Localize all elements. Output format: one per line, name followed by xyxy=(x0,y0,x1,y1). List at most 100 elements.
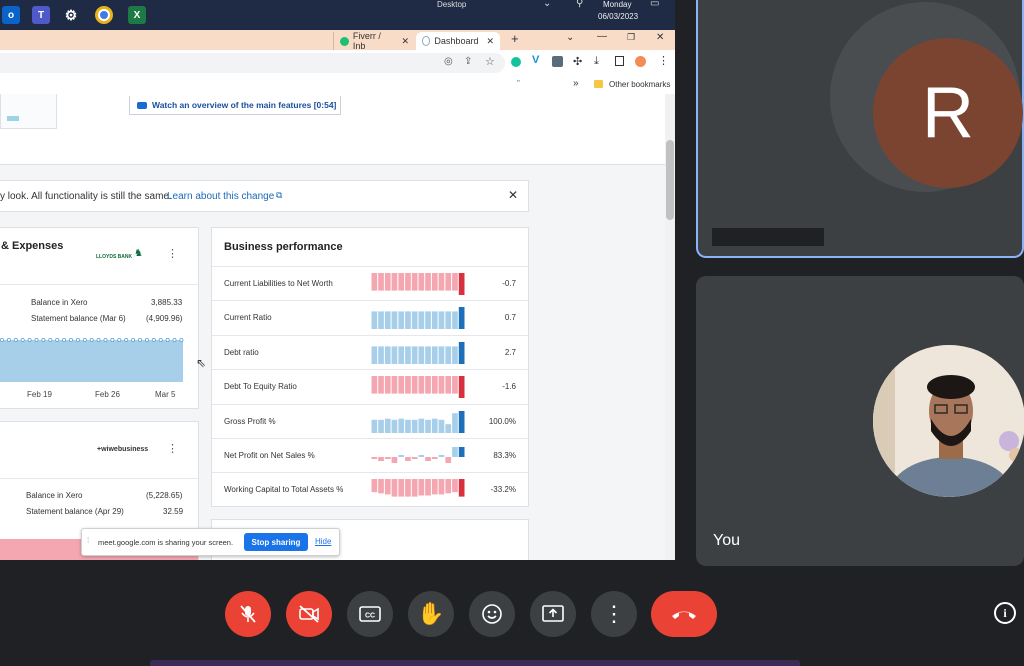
hide-link[interactable]: Hide xyxy=(315,537,331,546)
tab-dashboard[interactable]: Dashboard ✕ xyxy=(416,32,500,50)
tab-search-chevron-icon[interactable]: ⌄ xyxy=(566,32,574,43)
taskbar-day: Monday xyxy=(603,0,632,9)
other-bookmarks-link[interactable]: Other bookmarks xyxy=(609,80,670,89)
more-options-button[interactable]: ⋮ xyxy=(591,591,637,637)
minimize-icon[interactable]: — xyxy=(597,31,607,42)
teams-icon[interactable]: T xyxy=(32,6,50,24)
performance-row[interactable]: Debt ratio 2.7 xyxy=(212,334,528,370)
vimeo-extension-icon[interactable]: V xyxy=(532,54,539,66)
sparkline-bar xyxy=(438,455,445,457)
share-icon[interactable]: ⇪ xyxy=(464,56,472,67)
profile-avatar[interactable] xyxy=(635,56,646,67)
chart-point xyxy=(48,338,53,343)
axis-date: Mar 5 xyxy=(155,390,176,399)
side-panel-icon[interactable] xyxy=(615,56,624,66)
url-input[interactable] xyxy=(0,53,505,73)
sparkline-bar xyxy=(431,457,438,459)
network-icon[interactable]: ⚲ xyxy=(576,0,583,9)
learn-change-link[interactable]: Learn about this change xyxy=(167,191,274,202)
camera-off-button[interactable] xyxy=(286,591,332,637)
chrome-icon[interactable] xyxy=(95,6,113,24)
performance-sparkline xyxy=(371,410,465,433)
sparkline-bar xyxy=(458,410,465,433)
performance-row[interactable]: Current Liabilities to Net Worth -0.7 xyxy=(212,266,528,301)
sparkline-bar xyxy=(425,419,431,433)
info-icon: i xyxy=(1003,605,1007,620)
card-menu-icon[interactable]: ⋮ xyxy=(167,442,178,455)
excel-icon[interactable]: X xyxy=(128,6,146,24)
performance-row[interactable]: Gross Profit % 100.0% xyxy=(212,403,528,439)
taskbar-desktop-label[interactable]: Desktop xyxy=(437,0,466,9)
sparkline-bar xyxy=(425,311,431,330)
video-overview-link[interactable]: Watch an overview of the main features [… xyxy=(129,96,341,115)
participant-tile-self[interactable]: You xyxy=(696,276,1024,566)
sparkline-bar xyxy=(384,273,391,291)
participant-tile-remote[interactable]: R xyxy=(696,0,1024,258)
outlook-icon[interactable]: o xyxy=(2,6,20,24)
raise-hand-button[interactable]: ✋ xyxy=(408,591,454,637)
close-tab-icon[interactable]: ✕ xyxy=(401,36,409,47)
sparkline-bar xyxy=(438,311,445,330)
reactions-button[interactable] xyxy=(469,591,515,637)
restore-icon[interactable]: ❐ xyxy=(627,32,635,43)
drag-handle-icon[interactable]: ⁞ xyxy=(87,536,89,545)
sparkline-bar xyxy=(391,311,398,330)
tab-fiverr[interactable]: Fiverr / Inb ✕ xyxy=(333,31,415,51)
extension-badge-icon[interactable] xyxy=(552,56,563,67)
performance-row[interactable]: Net Profit on Net Sales % 83.3% xyxy=(212,438,528,473)
sparkline-bar xyxy=(445,346,452,364)
sparkline-bar xyxy=(418,418,425,433)
sparkline-bar xyxy=(438,346,445,364)
stop-sharing-button[interactable]: Stop sharing xyxy=(244,533,308,551)
performance-row[interactable]: Current Ratio 0.7 xyxy=(212,300,528,335)
emoji-icon xyxy=(482,604,502,624)
performance-label: Current Ratio xyxy=(224,313,272,323)
sparkline-bar xyxy=(378,419,384,433)
settings-gear-icon[interactable]: ⚙ xyxy=(62,6,80,24)
performance-label: Debt To Equity Ratio xyxy=(224,382,297,392)
close-window-icon[interactable]: ✕ xyxy=(656,32,664,43)
close-notice-icon[interactable]: ✕ xyxy=(508,188,518,202)
taskbar-date: 06/03/2023 xyxy=(598,12,639,21)
lens-icon[interactable]: ◎ xyxy=(444,56,453,67)
bank-logo: +wiwebusiness xyxy=(97,446,149,453)
performance-row[interactable]: Working Capital to Total Assets % -33.2% xyxy=(212,472,528,507)
bookmark-star-icon[interactable]: ☆ xyxy=(485,55,495,68)
sparkline-bar xyxy=(405,479,411,497)
close-tab-icon[interactable]: ✕ xyxy=(486,36,494,47)
chevron-down-icon[interactable]: ⌄ xyxy=(543,0,551,9)
extensions-puzzle-icon[interactable]: ✣ xyxy=(573,55,582,68)
present-screen-button[interactable] xyxy=(530,591,576,637)
sparkline-bar xyxy=(411,457,418,459)
captions-button[interactable]: CC xyxy=(347,591,393,637)
sparkline-bar xyxy=(418,376,425,394)
performance-label: Working Capital to Total Assets % xyxy=(224,485,344,495)
sparkline-bar xyxy=(452,479,458,493)
sparkline-bar xyxy=(452,273,458,291)
performance-row[interactable]: Debt To Equity Ratio -1.6 xyxy=(212,369,528,404)
card-menu-icon[interactable]: ⋮ xyxy=(167,247,178,260)
leave-call-button[interactable] xyxy=(651,591,717,637)
xero-dashboard-page: Watch an overview of the main features [… xyxy=(0,94,665,560)
sparkline-bar xyxy=(425,273,431,291)
meeting-details-button[interactable]: i xyxy=(994,602,1016,624)
bookmarks-overflow-icon[interactable]: » xyxy=(573,78,579,89)
download-icon[interactable]: ⤓ xyxy=(594,55,599,68)
grammarly-icon[interactable] xyxy=(511,57,521,67)
sparkline-bar xyxy=(431,418,438,433)
sparkline-bar xyxy=(405,419,411,433)
chart-point xyxy=(137,338,142,343)
notification-icon[interactable]: ▭ xyxy=(650,0,659,9)
chart-point xyxy=(62,338,67,343)
sparkline-bar xyxy=(378,273,384,291)
divider xyxy=(0,284,198,285)
browser-menu-icon[interactable]: ⋮ xyxy=(658,54,669,67)
new-tab-icon[interactable]: + xyxy=(511,32,519,46)
sparkline-bar xyxy=(438,273,445,291)
balance-xero-value: 3,885.33 xyxy=(151,298,183,307)
chart-point xyxy=(179,338,184,343)
sparkline-bar xyxy=(391,273,398,291)
scrollbar-thumb[interactable] xyxy=(666,140,674,220)
microphone-off-button[interactable] xyxy=(225,591,271,637)
tab-label: Fiverr / Inb xyxy=(352,31,381,51)
